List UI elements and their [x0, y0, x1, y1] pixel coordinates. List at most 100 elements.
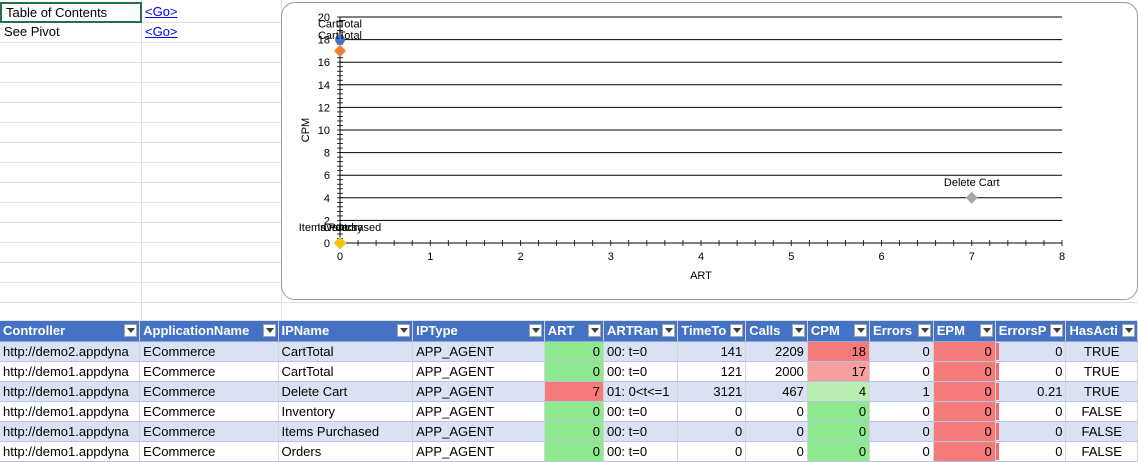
cell-applicationname[interactable]: ECommerce	[139, 341, 279, 362]
filter-dropdown-icon[interactable]	[662, 324, 676, 337]
pivot-label-cell[interactable]: See Pivot	[0, 22, 141, 42]
cell-errorsp[interactable]: 0	[995, 441, 1067, 462]
cell-calls[interactable]: 467	[745, 381, 808, 402]
cell-iptype[interactable]: APP_AGENT	[412, 401, 545, 422]
cell-calls[interactable]: 0	[745, 401, 808, 422]
cell-artran[interactable]: 00: t=0	[603, 401, 679, 422]
cell-calls[interactable]: 2000	[745, 361, 808, 382]
cell-ipname[interactable]: Items Purchased	[278, 421, 414, 442]
column-header-iptype[interactable]: IPType	[412, 321, 545, 342]
cell-artran[interactable]: 00: t=0	[603, 341, 679, 362]
cell-hasacti[interactable]: FALSE	[1065, 441, 1138, 462]
cell-iptype[interactable]: APP_AGENT	[412, 361, 545, 382]
cell-errors[interactable]: 0	[869, 401, 934, 422]
cell-art[interactable]: 0	[544, 421, 604, 442]
cell-epm[interactable]: 0	[933, 441, 996, 462]
filter-dropdown-icon[interactable]	[791, 324, 805, 337]
cell-applicationname[interactable]: ECommerce	[139, 381, 279, 402]
column-header-epm[interactable]: EPM	[933, 321, 996, 342]
cell-errorsp[interactable]: 0.21	[995, 381, 1067, 402]
cell-errors[interactable]: 0	[869, 341, 934, 362]
cell-cpm[interactable]: 0	[807, 441, 871, 462]
cell-ipname[interactable]: Inventory	[278, 401, 414, 422]
filter-dropdown-icon[interactable]	[124, 324, 138, 337]
column-header-art[interactable]: ART	[544, 321, 604, 342]
cell-epm[interactable]: 0	[933, 361, 996, 382]
cell-ipname[interactable]: CartTotal	[278, 341, 414, 362]
cell-hasacti[interactable]: FALSE	[1065, 421, 1138, 442]
cell-artran[interactable]: 00: t=0	[603, 441, 679, 462]
cell-iptype[interactable]: APP_AGENT	[412, 421, 545, 442]
toc-label-cell[interactable]: Table of Contents	[0, 2, 142, 23]
filter-dropdown-icon[interactable]	[397, 324, 411, 337]
cell-hasacti[interactable]: TRUE	[1065, 341, 1138, 362]
filter-dropdown-icon[interactable]	[917, 324, 931, 337]
cell-timeto[interactable]: 0	[677, 441, 747, 462]
column-header-hasacti[interactable]: HasActi	[1065, 321, 1138, 342]
cell-art[interactable]: 0	[544, 401, 604, 422]
cell-ipname[interactable]: Delete Cart	[278, 381, 414, 402]
cell-controller[interactable]: http://demo2.appdyna	[0, 341, 141, 362]
cell-timeto[interactable]: 121	[677, 361, 747, 382]
cell-calls[interactable]: 2209	[745, 341, 808, 362]
filter-dropdown-icon[interactable]	[528, 324, 542, 337]
cell-artran[interactable]: 00: t=0	[603, 361, 679, 382]
cell-epm[interactable]: 0	[933, 421, 996, 442]
cell-cpm[interactable]: 4	[807, 381, 871, 402]
filter-dropdown-icon[interactable]	[730, 324, 744, 337]
cell-controller[interactable]: http://demo1.appdyna	[0, 441, 141, 462]
column-header-errors[interactable]: Errors	[869, 321, 934, 342]
cell-hasacti[interactable]: TRUE	[1065, 381, 1138, 402]
scatter-chart[interactable]: 0 2 4 6 8 10 12 14 16 18 20 0 1 2 3 4 5 6 7 8 ART CPM CartTota…	[281, 2, 1138, 300]
filter-dropdown-icon[interactable]	[587, 324, 601, 337]
cell-cpm[interactable]: 18	[807, 341, 871, 362]
cell-applicationname[interactable]: ECommerce	[139, 421, 279, 442]
cell-controller[interactable]: http://demo1.appdyna	[0, 381, 141, 402]
cell-controller[interactable]: http://demo1.appdyna	[0, 361, 141, 382]
cell-errorsp[interactable]: 0	[995, 401, 1067, 422]
filter-dropdown-icon[interactable]	[262, 324, 276, 337]
cell-errors[interactable]: 0	[869, 441, 934, 462]
cell-iptype[interactable]: APP_AGENT	[412, 381, 545, 402]
cell-epm[interactable]: 0	[933, 341, 996, 362]
column-header-controller[interactable]: Controller	[0, 321, 141, 342]
column-header-applicationname[interactable]: ApplicationName	[139, 321, 279, 342]
toc-go-link[interactable]: <Go>	[141, 2, 281, 22]
cell-epm[interactable]: 0	[933, 401, 996, 422]
cell-ipname[interactable]: CartTotal	[278, 361, 414, 382]
cell-ipname[interactable]: Orders	[278, 441, 414, 462]
column-header-timeto[interactable]: TimeTo	[677, 321, 747, 342]
column-header-calls[interactable]: Calls	[745, 321, 808, 342]
cell-errorsp[interactable]: 0	[995, 361, 1067, 382]
cell-controller[interactable]: http://demo1.appdyna	[0, 421, 141, 442]
cell-timeto[interactable]: 0	[677, 421, 747, 442]
cell-art[interactable]: 0	[544, 441, 604, 462]
cell-calls[interactable]: 0	[745, 421, 808, 442]
cell-art[interactable]: 0	[544, 341, 604, 362]
cell-artran[interactable]: 00: t=0	[603, 421, 679, 442]
cell-errors[interactable]: 0	[869, 361, 934, 382]
cell-cpm[interactable]: 0	[807, 401, 871, 422]
cell-calls[interactable]: 0	[745, 441, 808, 462]
cell-errors[interactable]: 0	[869, 421, 934, 442]
filter-dropdown-icon[interactable]	[1122, 324, 1135, 337]
cell-controller[interactable]: http://demo1.appdyna	[0, 401, 141, 422]
filter-dropdown-icon[interactable]	[854, 324, 868, 337]
cell-iptype[interactable]: APP_AGENT	[412, 341, 545, 362]
filter-dropdown-icon[interactable]	[979, 324, 993, 337]
cell-timeto[interactable]: 3121	[677, 381, 747, 402]
cell-artran[interactable]: 01: 0<t<=1	[603, 381, 679, 402]
filter-dropdown-icon[interactable]	[1050, 324, 1064, 337]
column-header-cpm[interactable]: CPM	[807, 321, 871, 342]
cell-timeto[interactable]: 0	[677, 401, 747, 422]
column-header-errorsp[interactable]: ErrorsP	[995, 321, 1067, 342]
column-header-ipname[interactable]: IPName	[278, 321, 414, 342]
cell-hasacti[interactable]: TRUE	[1065, 361, 1138, 382]
cell-epm[interactable]: 0	[933, 381, 996, 402]
cell-errorsp[interactable]: 0	[995, 341, 1067, 362]
cell-errorsp[interactable]: 0	[995, 421, 1067, 442]
cell-art[interactable]: 7	[544, 381, 604, 402]
cell-errors[interactable]: 1	[869, 381, 934, 402]
cell-hasacti[interactable]: FALSE	[1065, 401, 1138, 422]
pivot-go-link[interactable]: <Go>	[141, 22, 281, 42]
